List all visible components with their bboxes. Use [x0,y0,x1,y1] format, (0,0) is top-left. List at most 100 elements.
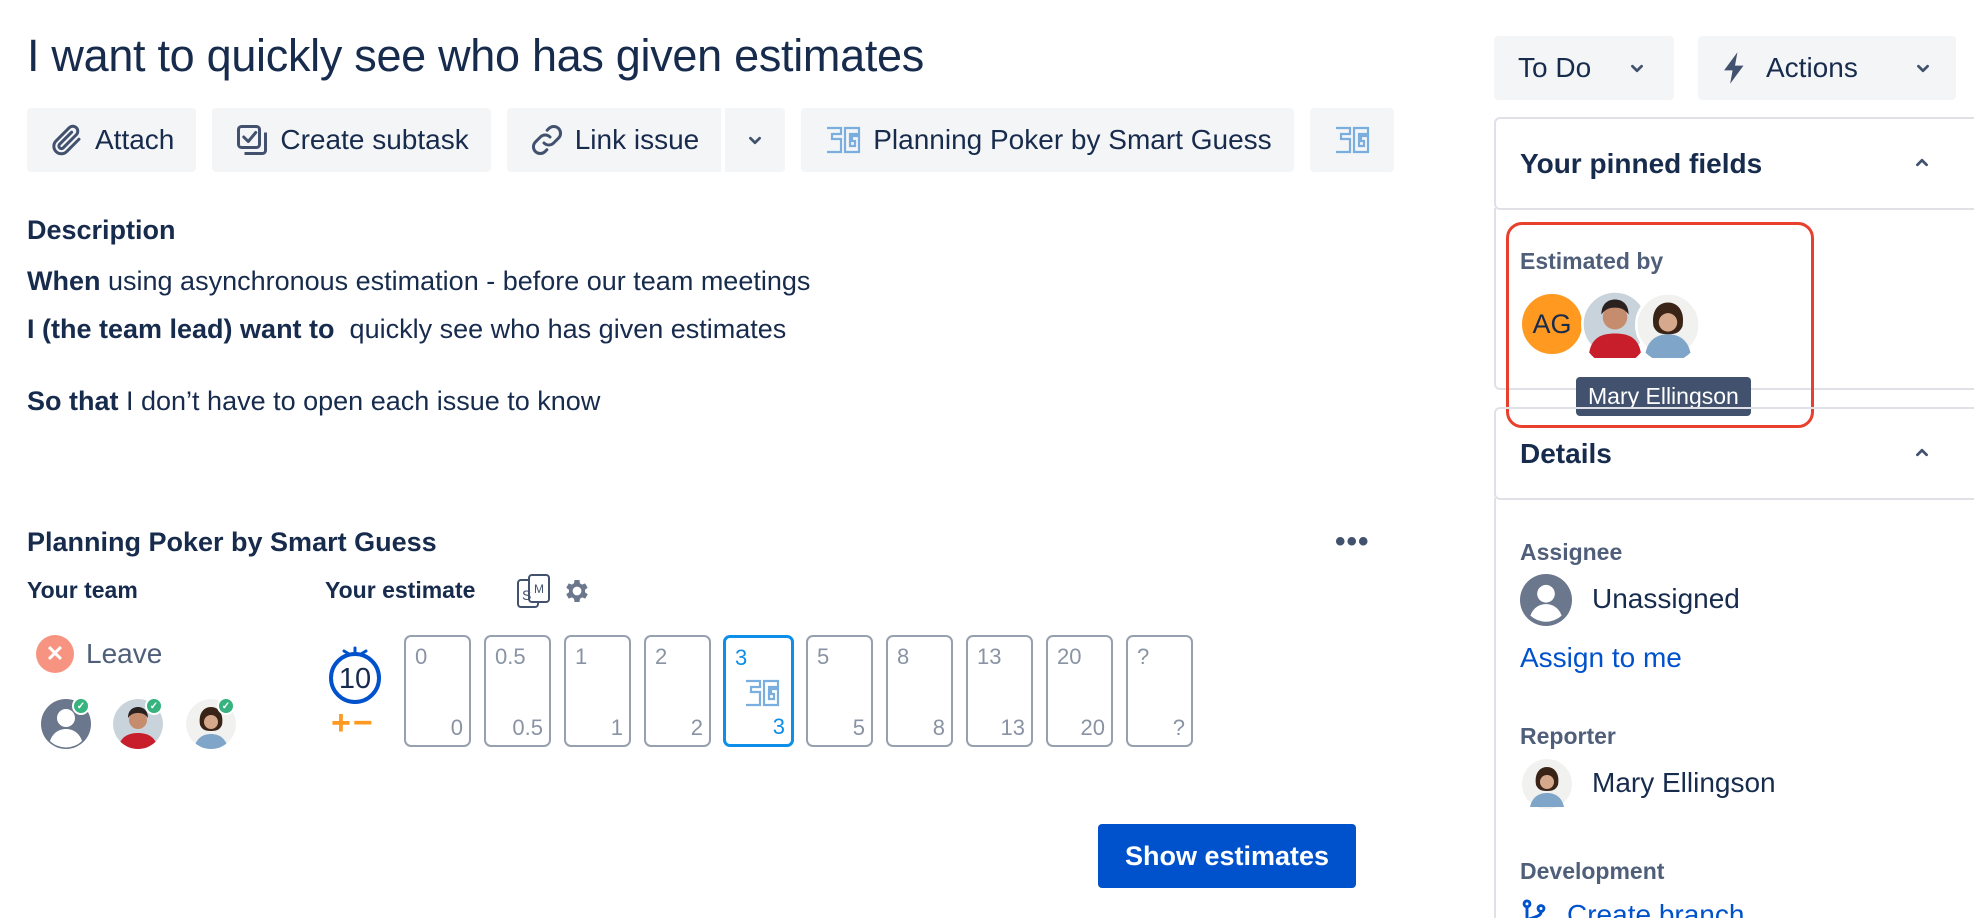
checkmark-icon: ✓ [145,697,163,715]
close-icon: ✕ [36,635,74,673]
card-value: 13 [977,644,1002,669]
planning-poker-label: Planning Poker by Smart Guess [873,124,1272,155]
leave-button[interactable]: ✕ Leave [36,635,162,673]
card-value: 3 [772,714,785,739]
card-value: 8 [897,644,910,669]
show-estimates-button[interactable]: Show estimates [1098,824,1356,888]
reporter-label: Reporter [1520,723,1616,749]
description-line-want: I (the team lead) want to quickly see wh… [27,314,786,345]
team-member-avatar[interactable]: ✓ [41,697,91,749]
card-value: ? [1137,644,1150,669]
estimate-card[interactable]: 13 13 [966,635,1033,747]
smart-guess-logo-icon [827,126,861,154]
card-value: 20 [1080,715,1105,740]
chevron-down-icon [1631,64,1643,73]
issue-toolbar: Attach Create subtask Link issue Plannin… [27,108,1427,172]
chevron-down-icon [1917,64,1929,73]
description-heading: Description [27,215,176,245]
estimate-card[interactable]: 0.5 0.5 [484,635,551,747]
card-value: 8 [932,715,945,740]
create-subtask-label: Create subtask [280,124,469,155]
assign-to-me-link[interactable]: Assign to me [1520,642,1682,674]
card-value: 13 [1000,715,1025,740]
paperclip-icon [52,124,81,156]
timer-value: 10 [339,663,371,695]
card-value: 1 [575,644,588,669]
branch-icon [1520,898,1548,918]
estimate-card-selected[interactable]: 3 3 [723,635,794,747]
reporter-value[interactable]: Mary Ellingson [1592,767,1776,799]
card-value: 3 [735,645,748,670]
card-value: 0 [415,644,428,669]
sm-cards-icon[interactable]: SM [515,572,553,615]
card-value: 2 [690,715,703,740]
svg-text:S: S [522,587,531,603]
card-value: ? [1172,715,1185,740]
card-value: 1 [610,715,623,740]
highlight-annotation [1506,222,1814,428]
card-value: 0.5 [512,715,543,740]
want-text: quickly see who has given estimates [334,314,787,344]
description-line-when: When using asynchronous estimation - bef… [27,266,810,297]
card-value: 0.5 [495,644,526,669]
link-issue-dropdown[interactable] [721,108,786,172]
status-dropdown[interactable]: To Do [1494,36,1674,100]
card-value: 5 [852,715,865,740]
subtask-icon [237,125,268,155]
card-value: 20 [1057,644,1082,669]
details-heading: Details [1520,438,1612,469]
description-line-so-that: So that I don’t have to open each issue … [27,386,600,417]
card-value: 0 [450,715,463,740]
link-issue-split-button: Link issue [506,108,786,172]
timer-adjust-icon[interactable]: +− [331,704,375,743]
issue-title[interactable]: I want to quickly see who has given esti… [27,30,924,82]
card-value: 2 [655,644,668,669]
smart-guess-logo-icon [746,679,780,707]
estimate-card[interactable]: 1 1 [564,635,631,747]
team-member-avatar[interactable]: ✓ [113,697,163,749]
svg-text:M: M [534,582,544,596]
so-that-text: I don’t have to open each issue to know [118,386,601,416]
chevron-down-icon [749,136,762,145]
card-value: 5 [817,644,830,669]
actions-label: Actions [1766,52,1858,83]
planning-poker-title: Planning Poker by Smart Guess [27,527,437,557]
assignee-value[interactable]: Unassigned [1592,583,1740,615]
create-subtask-button[interactable]: Create subtask [212,108,491,172]
your-estimate-label: Your estimate [325,577,476,603]
more-options-icon[interactable]: ••• [1335,525,1370,559]
link-issue-label: Link issue [574,124,700,155]
chevron-up-icon[interactable] [1911,442,1933,469]
smart-guess-logo-icon [1335,126,1369,154]
estimate-card[interactable]: 2 2 [644,635,711,747]
lightning-icon [1724,52,1744,84]
when-bold: When [27,266,101,296]
status-label: To Do [1518,52,1592,83]
estimate-card[interactable]: 5 5 [806,635,873,747]
chevron-up-icon[interactable] [1911,152,1933,179]
pinned-fields-heading: Your pinned fields [1520,148,1763,179]
unassigned-avatar-icon [1520,574,1572,631]
want-bold: I (the team lead) want to [27,314,335,344]
estimate-card[interactable]: 20 20 [1046,635,1113,747]
estimate-card[interactable]: 0 0 [404,635,471,747]
assignee-label: Assignee [1520,539,1623,565]
when-text: using asynchronous estimation - before o… [100,266,811,296]
link-icon [531,125,562,155]
planning-poker-button[interactable]: Planning Poker by Smart Guess [801,108,1294,172]
attach-button[interactable]: Attach [27,108,197,172]
checkmark-icon: ✓ [217,697,235,715]
checkmark-icon: ✓ [72,697,90,715]
team-member-avatar[interactable]: ✓ [186,697,236,749]
create-branch-link[interactable]: Create branch [1567,899,1744,918]
leave-label: Leave [86,638,163,669]
smart-guess-app-button[interactable] [1309,108,1394,172]
reporter-avatar [1522,759,1572,814]
attach-label: Attach [95,124,175,155]
settings-gear-icon[interactable] [562,576,592,611]
estimate-card[interactable]: ? ? [1126,635,1193,747]
so-that-bold: So that [27,386,119,416]
estimate-card[interactable]: 8 8 [886,635,953,747]
actions-dropdown[interactable]: Actions [1698,36,1956,100]
link-issue-button[interactable]: Link issue [506,108,722,172]
